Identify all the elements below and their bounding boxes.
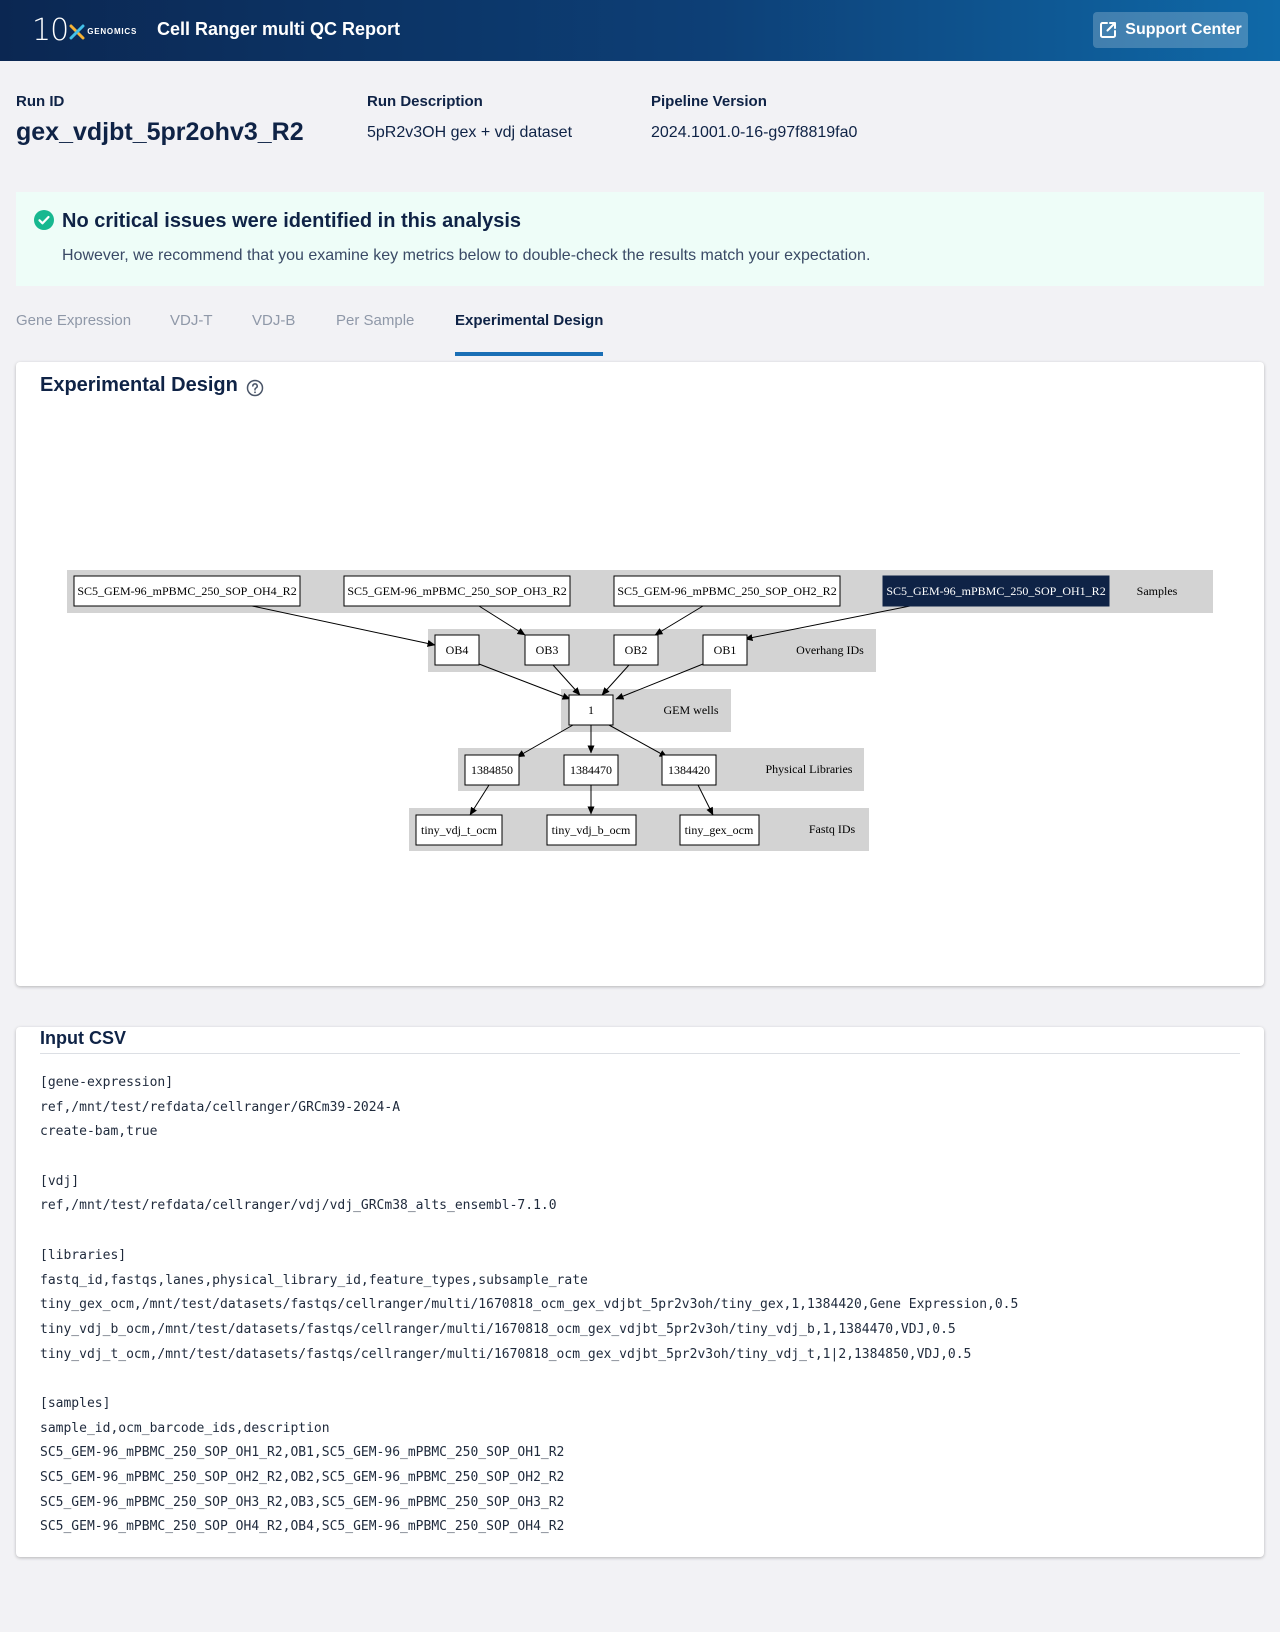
tab-experimental-design[interactable]: Experimental Design bbox=[455, 312, 604, 356]
overhang-node-ob2-label: OB2 bbox=[625, 643, 648, 657]
support-center-label: Support Center bbox=[1125, 21, 1242, 38]
alert-subtitle: However, we recommend that you examine k… bbox=[62, 247, 871, 264]
sample-node-oh2-label: SC5_GEM-96_mPBMC_250_SOP_OH2_R2 bbox=[617, 584, 836, 598]
overhang-cluster-label: Overhang IDs bbox=[796, 643, 864, 657]
overhang-node-ob2[interactable]: OB2 bbox=[613, 634, 659, 666]
input-csv-divider bbox=[40, 1053, 1240, 1054]
csv-line: SC5_GEM-96_mPBMC_250_SOP_OH4_R2,OB4,SC5_… bbox=[40, 1519, 565, 1535]
library-node-1384850[interactable]: 1384850 bbox=[464, 754, 520, 786]
physical-libraries-cluster-label: Physical Libraries bbox=[766, 762, 853, 776]
tab-gene-expression[interactable]: Gene Expression bbox=[16, 312, 131, 352]
library-node-1384470-label: 1384470 bbox=[570, 763, 612, 777]
library-node-1384420[interactable]: 1384420 bbox=[661, 754, 717, 786]
samples-cluster-label: Samples bbox=[1137, 584, 1178, 598]
sample-node-oh2[interactable]: SC5_GEM-96_mPBMC_250_SOP_OH2_R2 bbox=[613, 575, 841, 607]
experimental-design-graph: Samples Overhang IDs GEM wells Physical … bbox=[67, 570, 1213, 851]
csv-line: tiny_gex_ocm,/mnt/test/datasets/fastqs/c… bbox=[40, 1297, 1019, 1313]
gem-wells-cluster-label: GEM wells bbox=[664, 703, 719, 717]
csv-line: fastq_id,fastqs,lanes,physical_library_i… bbox=[40, 1272, 588, 1288]
csv-line: sample_id,ocm_barcode_ids,description bbox=[40, 1420, 330, 1436]
experimental-design-card: Experimental Design Samples Overhang IDs… bbox=[16, 362, 1264, 986]
pipeline-version-block: Pipeline Version 2024.1001.0-16-g97f8819… bbox=[651, 93, 857, 142]
sample-node-oh3[interactable]: SC5_GEM-96_mPBMC_250_SOP_OH3_R2 bbox=[343, 575, 571, 607]
csv-line bbox=[40, 1219, 1018, 1244]
csv-line: SC5_GEM-96_mPBMC_250_SOP_OH1_R2,OB1,SC5_… bbox=[40, 1445, 565, 1461]
overhang-node-ob3-label: OB3 bbox=[536, 643, 559, 657]
csv-line: SC5_GEM-96_mPBMC_250_SOP_OH3_R2,OB3,SC5_… bbox=[40, 1494, 565, 1510]
overhang-node-ob4-label: OB4 bbox=[446, 643, 469, 657]
fastq-node-tiny-gex-label: tiny_gex_ocm bbox=[685, 823, 754, 837]
csv-line: [vdj] bbox=[40, 1173, 80, 1189]
logo-text: 10 bbox=[32, 12, 69, 48]
logo-subtext: GENOMICS bbox=[87, 27, 138, 36]
tab-vdj-b[interactable]: VDJ-B bbox=[252, 312, 295, 352]
sample-node-oh4[interactable]: SC5_GEM-96_mPBMC_250_SOP_OH4_R2 bbox=[73, 575, 301, 607]
library-node-1384420-label: 1384420 bbox=[668, 763, 710, 777]
tab-per-sample[interactable]: Per Sample bbox=[336, 312, 414, 352]
run-description-value: 5pR2v3OH gex + vdj dataset bbox=[367, 124, 573, 141]
overhang-node-ob1-label: OB1 bbox=[714, 643, 737, 657]
csv-line: tiny_vdj_b_ocm,/mnt/test/datasets/fastqs… bbox=[40, 1321, 956, 1337]
run-id-value: gex_vdjbt_5pr2ohv3_R2 bbox=[16, 118, 304, 146]
csv-line: ref,/mnt/test/refdata/cellranger/vdj/vdj… bbox=[40, 1198, 557, 1214]
status-alert: No critical issues were identified in th… bbox=[16, 192, 1264, 286]
fastq-node-tiny-gex[interactable]: tiny_gex_ocm bbox=[679, 814, 760, 846]
csv-line: create-bam,true bbox=[40, 1124, 158, 1140]
sample-node-oh4-label: SC5_GEM-96_mPBMC_250_SOP_OH4_R2 bbox=[77, 584, 296, 598]
overhang-node-ob4[interactable]: OB4 bbox=[434, 634, 480, 666]
fastq-node-tiny-vdj-t-label: tiny_vdj_t_ocm bbox=[421, 823, 498, 837]
check-circle-icon bbox=[34, 210, 54, 230]
external-link-icon bbox=[1100, 22, 1117, 38]
run-description-label: Run Description bbox=[367, 93, 483, 110]
gem-well-node-1-label: 1 bbox=[588, 703, 594, 717]
support-center-button[interactable]: Support Center bbox=[1093, 12, 1248, 48]
pipeline-version-label: Pipeline Version bbox=[651, 93, 767, 110]
brand-logo[interactable]: 10 GENOMICS bbox=[32, 12, 137, 48]
sample-node-oh1[interactable]: SC5_GEM-96_mPBMC_250_SOP_OH1_R2 bbox=[882, 575, 1110, 607]
run-description-block: Run Description 5pR2v3OH gex + vdj datas… bbox=[367, 93, 572, 142]
csv-line bbox=[40, 1367, 1018, 1392]
csv-line: [samples] bbox=[40, 1395, 111, 1411]
gem-well-node-1[interactable]: 1 bbox=[568, 694, 614, 726]
top-header: 10 GENOMICS Cell Ranger multi QC Report … bbox=[0, 0, 1280, 61]
fastq-node-tiny-vdj-b-label: tiny_vdj_b_ocm bbox=[552, 823, 631, 837]
sample-node-oh3-label: SC5_GEM-96_mPBMC_250_SOP_OH3_R2 bbox=[347, 584, 566, 598]
csv-line bbox=[40, 1145, 1018, 1170]
fastq-node-tiny-vdj-t[interactable]: tiny_vdj_t_ocm bbox=[415, 814, 503, 846]
input-csv-content: [gene-expression] ref,/mnt/test/refdata/… bbox=[40, 1071, 1018, 1540]
input-csv-title: Input CSV bbox=[40, 1028, 126, 1048]
app-title: Cell Ranger multi QC Report bbox=[157, 19, 401, 39]
alert-title: No critical issues were identified in th… bbox=[62, 210, 522, 232]
csv-line: SC5_GEM-96_mPBMC_250_SOP_OH2_R2,OB2,SC5_… bbox=[40, 1470, 565, 1485]
run-id-label: Run ID bbox=[16, 93, 65, 110]
csv-line: tiny_vdj_t_ocm,/mnt/test/datasets/fastqs… bbox=[40, 1346, 972, 1362]
library-node-1384470[interactable]: 1384470 bbox=[563, 754, 619, 786]
csv-line: ref,/mnt/test/refdata/cellranger/GRCm39-… bbox=[40, 1099, 401, 1115]
csv-line: [libraries] bbox=[40, 1247, 127, 1263]
sample-node-oh1-label: SC5_GEM-96_mPBMC_250_SOP_OH1_R2 bbox=[886, 584, 1105, 598]
tab-vdj-t[interactable]: VDJ-T bbox=[170, 312, 213, 352]
x-mark-icon bbox=[69, 24, 85, 40]
overhang-node-ob1[interactable]: OB1 bbox=[702, 634, 748, 666]
overhang-node-ob3[interactable]: OB3 bbox=[524, 634, 570, 666]
input-csv-card: Input CSV [gene-expression] ref,/mnt/tes… bbox=[16, 1027, 1264, 1557]
library-node-1384850-label: 1384850 bbox=[471, 763, 513, 777]
csv-line: [gene-expression] bbox=[40, 1075, 174, 1090]
pipeline-version-value: 2024.1001.0-16-g97f8819fa0 bbox=[651, 124, 858, 141]
fastq-cluster-label: Fastq IDs bbox=[809, 822, 856, 836]
fastq-node-tiny-vdj-b[interactable]: tiny_vdj_b_ocm bbox=[546, 814, 637, 846]
run-id-block: Run ID gex_vdjbt_5pr2ohv3_R2 bbox=[16, 93, 304, 147]
